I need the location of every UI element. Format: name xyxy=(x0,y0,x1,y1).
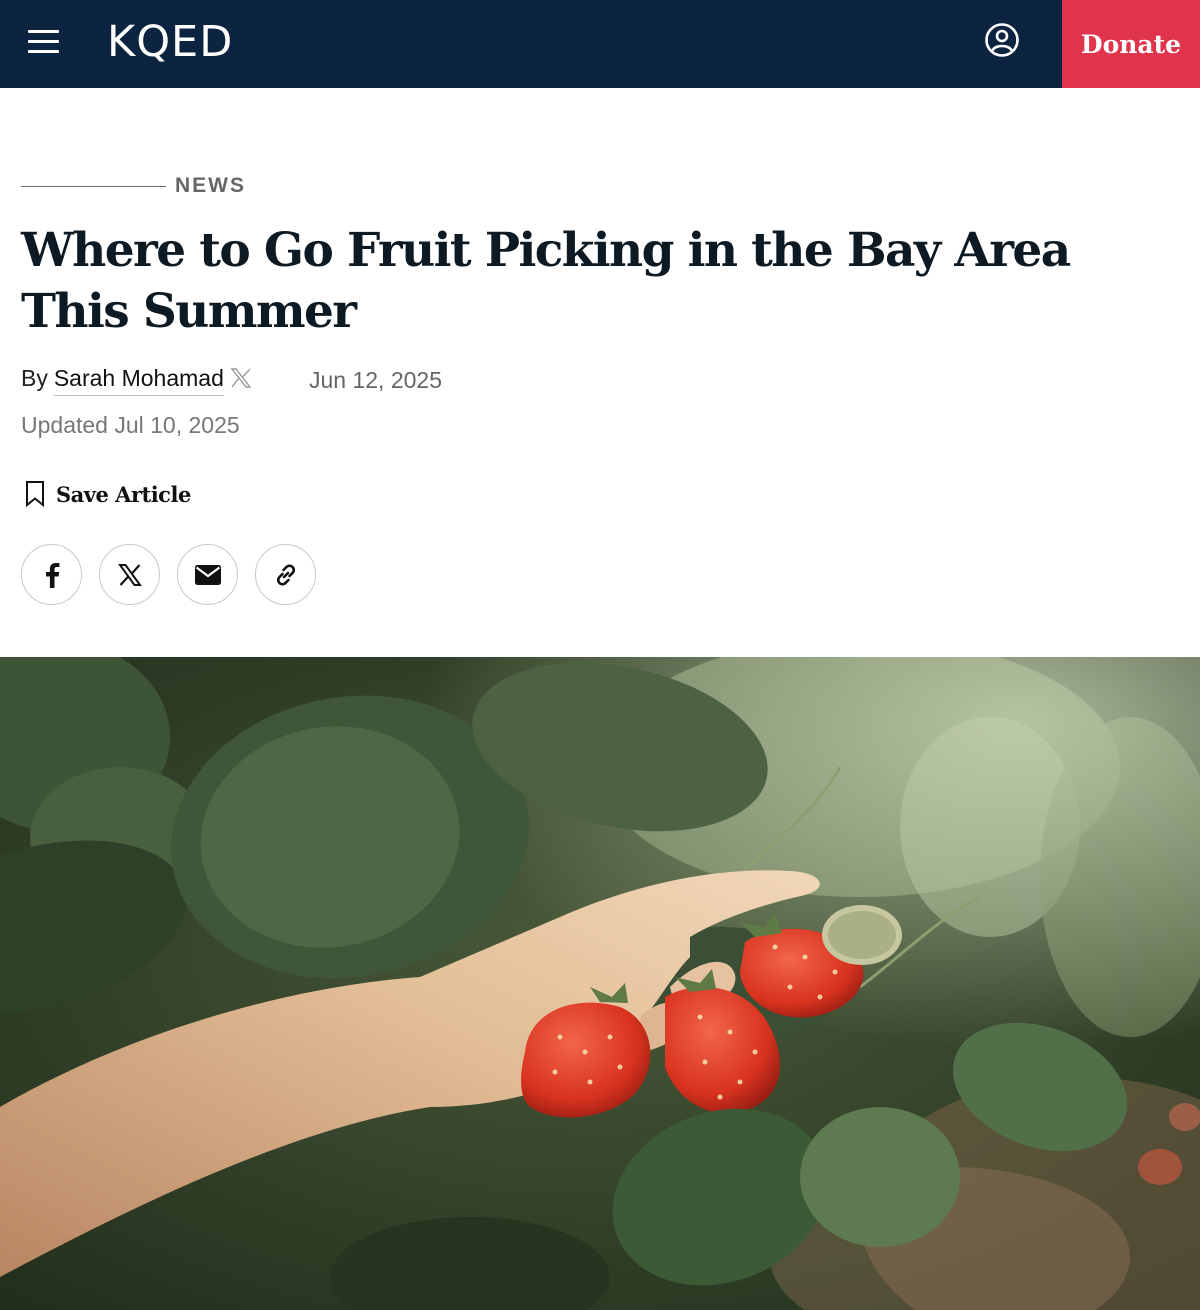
facebook-icon[interactable] xyxy=(21,544,82,605)
byline: By Sarah Mohamad xyxy=(21,364,254,398)
save-article-button[interactable]: Save Article xyxy=(24,480,191,508)
article-category: NEWS xyxy=(21,172,246,200)
hand-picking-strawberries-photo xyxy=(0,657,1200,1310)
user-account-icon[interactable] xyxy=(984,22,1020,58)
hero-image xyxy=(0,657,1200,1310)
share-bar xyxy=(21,544,333,605)
site-header: KQED Donate xyxy=(0,0,1200,88)
category-label[interactable]: NEWS xyxy=(175,174,246,198)
category-divider xyxy=(21,185,166,187)
published-date: Jun 12, 2025 xyxy=(309,367,443,393)
x-icon[interactable] xyxy=(99,544,160,605)
article-headline: Where to Go Fruit Picking in the Bay Are… xyxy=(21,223,1071,339)
donate-button[interactable]: Donate xyxy=(1062,0,1200,88)
hamburger-menu-icon[interactable] xyxy=(28,28,60,56)
link-icon[interactable] xyxy=(255,544,316,605)
kqed-logo[interactable]: KQED xyxy=(107,17,233,67)
author-link[interactable]: Sarah Mohamad xyxy=(53,365,224,396)
author-x-icon[interactable] xyxy=(230,367,254,389)
bookmark-icon xyxy=(24,480,46,508)
save-article-label: Save Article xyxy=(56,481,191,507)
email-icon[interactable] xyxy=(177,544,238,605)
byline-prefix: By xyxy=(21,365,48,391)
updated-date: Updated Jul 10, 2025 xyxy=(21,412,240,438)
